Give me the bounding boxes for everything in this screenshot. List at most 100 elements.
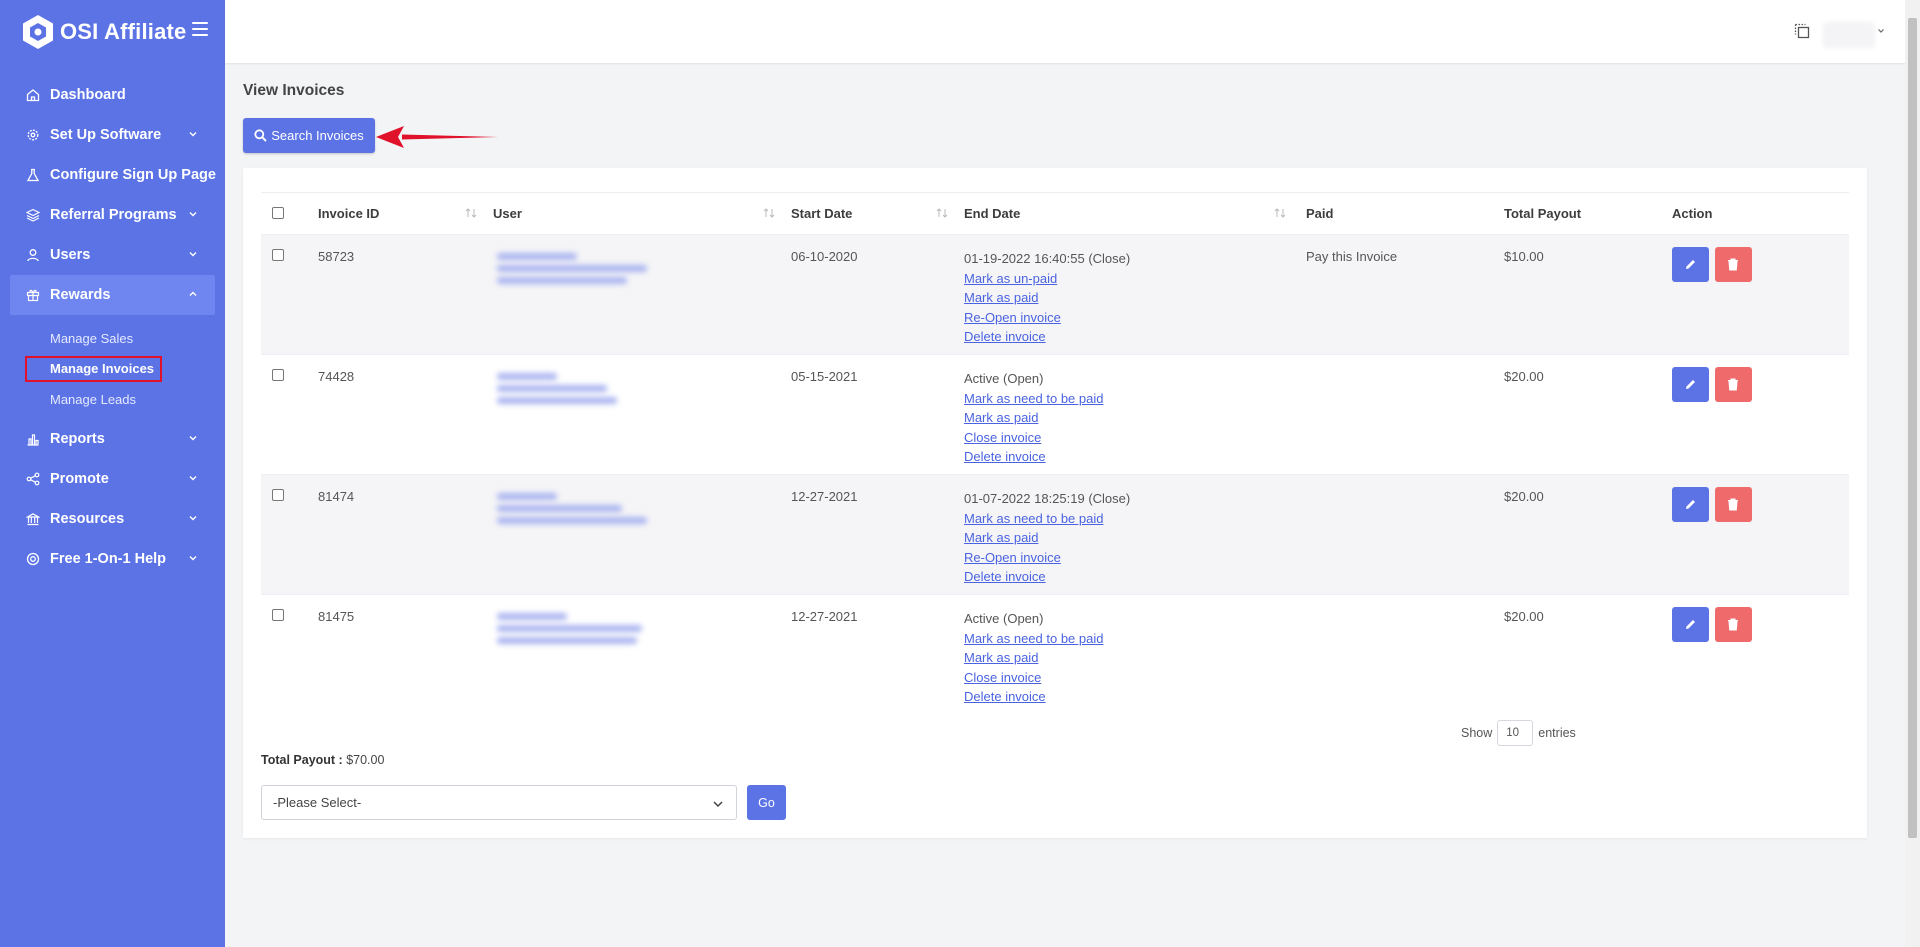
select-all-checkbox[interactable] (272, 207, 284, 219)
mark-paid-link[interactable]: Mark as paid (964, 528, 1306, 548)
show-entries: Show 10 entries (1461, 720, 1576, 746)
invoices-table: Invoice ID User Start Date End Date Paid… (261, 192, 1849, 715)
delete-button[interactable] (1714, 487, 1752, 522)
delete-invoice-link[interactable]: Delete invoice (964, 687, 1306, 707)
sidebar-item-label: Promote (50, 470, 109, 487)
reopen-invoice-link[interactable]: Re-Open invoice (964, 308, 1306, 328)
row-checkbox[interactable] (272, 249, 284, 261)
user-blurred (493, 609, 663, 665)
sidebar-item-referral-programs[interactable]: Referral Programs (0, 195, 225, 235)
sidebar-nav-lower: Reports Promote Resources Free 1-On-1 He… (0, 419, 225, 579)
invoice-id: 74428 (318, 369, 355, 384)
osi-logo-icon (22, 14, 54, 50)
search-icon (254, 129, 267, 142)
mark-need-to-be-paid-link[interactable]: Mark as need to be paid (964, 509, 1306, 529)
edit-button[interactable] (1672, 247, 1709, 282)
edit-button[interactable] (1672, 607, 1709, 642)
reopen-invoice-link[interactable]: Re-Open invoice (964, 548, 1306, 568)
delete-invoice-link[interactable]: Delete invoice (964, 567, 1306, 587)
mark-need-to-be-paid-link[interactable]: Mark as need to be paid (964, 389, 1306, 409)
total-payout-cell: $20.00 (1504, 369, 1544, 384)
bulk-action-select[interactable]: -Please Select- (261, 785, 737, 820)
gift-icon (25, 287, 41, 303)
highlight-box (25, 355, 162, 382)
page-scrollbar[interactable] (1905, 0, 1920, 947)
user-avatar[interactable] (1823, 22, 1875, 48)
sort-icon (1274, 208, 1286, 218)
sidebar-item-configure-sign-up-page[interactable]: Configure Sign Up Page (0, 155, 225, 195)
trash-icon (1728, 258, 1739, 271)
sidebar-item-dashboard[interactable]: Dashboard (0, 75, 225, 115)
close-invoice-link[interactable]: Close invoice (964, 668, 1306, 688)
start-date: 12-27-2021 (791, 489, 858, 504)
sidebar-item-label: Set Up Software (50, 127, 162, 143)
mark-need-to-be-paid-link[interactable]: Mark as need to be paid (964, 629, 1306, 649)
submenu-item-manage-sales[interactable]: Manage Sales (0, 323, 225, 354)
delete-invoice-link[interactable]: Delete invoice (964, 327, 1306, 347)
menu-toggle-icon[interactable] (192, 22, 208, 36)
lifebuoy-icon (25, 551, 41, 567)
bank-icon (25, 511, 41, 527)
submenu-item-label: Manage Leads (50, 391, 137, 407)
go-button[interactable]: Go (747, 785, 786, 820)
flask-icon (25, 167, 41, 183)
chevron-down-icon (189, 555, 197, 560)
entries-select[interactable]: 10 (1497, 720, 1534, 746)
chevron-down-icon (713, 801, 723, 808)
sidebar-item-resources[interactable]: Resources (0, 499, 225, 539)
delete-button[interactable] (1714, 247, 1752, 282)
sidebar-item-label: Reports (50, 430, 105, 447)
mark-paid-link[interactable]: Mark as paid (964, 408, 1306, 428)
gear-icon (25, 127, 41, 143)
chevron-down-icon[interactable] (1877, 27, 1885, 35)
row-checkbox[interactable] (272, 369, 284, 381)
sidebar-item-promote[interactable]: Promote (0, 459, 225, 499)
mark-paid-link[interactable]: Mark as paid (964, 288, 1306, 308)
bulk-action-value: -Please Select- (273, 795, 362, 810)
delete-button[interactable] (1714, 367, 1752, 402)
paid-status[interactable]: Pay this Invoice (1306, 235, 1504, 355)
pencil-icon (1686, 260, 1695, 269)
mark-unpaid-link[interactable]: Mark as un-paid (964, 269, 1306, 289)
home-icon (25, 87, 41, 103)
close-invoice-link[interactable]: Close invoice (964, 428, 1306, 448)
column-header[interactable]: End Date (964, 193, 1306, 235)
edit-button[interactable] (1672, 367, 1709, 402)
search-invoices-button[interactable]: Search Invoices (243, 118, 375, 153)
scrollbar-thumb[interactable] (1908, 18, 1917, 838)
sidebar-item-reports[interactable]: Reports (0, 419, 225, 459)
layers-icon (25, 207, 41, 223)
sidebar-item-users[interactable]: Users (0, 235, 225, 275)
sidebar-item-set-up-software[interactable]: Set Up Software (0, 115, 225, 155)
column-header-label: Start Date (791, 206, 853, 221)
delete-invoice-link[interactable]: Delete invoice (964, 447, 1306, 467)
start-date: 05-15-2021 (791, 369, 858, 384)
column-header-label: Total Payout (1504, 206, 1582, 221)
delete-button[interactable] (1714, 607, 1752, 642)
trash-icon (1728, 378, 1739, 391)
sidebar-item-rewards[interactable]: Rewards (10, 275, 215, 315)
mark-paid-link[interactable]: Mark as paid (964, 648, 1306, 668)
rewards-submenu: Manage Sales Manage Invoices Manage Lead… (0, 315, 225, 419)
submenu-item-manage-invoices[interactable]: Manage Invoices (0, 354, 225, 385)
start-date: 06-10-2020 (791, 249, 858, 264)
sidebar-item-free-help[interactable]: Free 1-On-1 Help (0, 539, 225, 579)
row-checkbox[interactable] (272, 489, 284, 501)
row-checkbox[interactable] (272, 609, 284, 621)
total-payout-cell: $10.00 (1504, 249, 1544, 264)
sidebar-nav: Dashboard Set Up Software Configure Sign… (0, 64, 225, 315)
page-title: View Invoices (243, 82, 345, 99)
edit-button[interactable] (1672, 487, 1709, 522)
column-header[interactable]: User (493, 193, 791, 235)
column-header[interactable]: Start Date (791, 193, 964, 235)
chevron-down-icon (189, 132, 197, 137)
trash-icon (1728, 618, 1739, 631)
column-header[interactable]: Invoice ID (318, 193, 493, 235)
chevron-down-icon (189, 435, 197, 440)
submenu-item-manage-leads[interactable]: Manage Leads (0, 384, 225, 415)
window-restore-icon[interactable] (1793, 22, 1813, 42)
column-header: Paid (1306, 193, 1504, 235)
sidebar-item-label: Free 1-On-1 Help (50, 550, 167, 567)
invoice-id: 81475 (318, 609, 355, 624)
total-payout-cell: $20.00 (1504, 609, 1544, 624)
